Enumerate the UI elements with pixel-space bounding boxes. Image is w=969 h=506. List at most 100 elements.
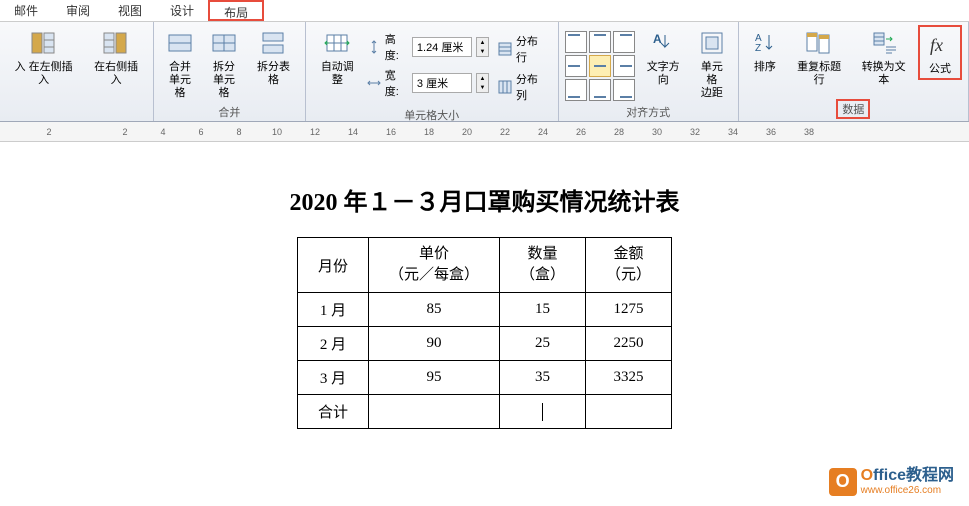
formula-icon: fx (924, 29, 956, 61)
cell-amount[interactable]: 2250 (586, 327, 672, 361)
align-bottom-left[interactable] (565, 79, 587, 101)
group-rowscols-label (6, 103, 147, 119)
align-top-left[interactable] (565, 31, 587, 53)
cell-price[interactable]: 85 (368, 293, 499, 327)
convert-text-icon (868, 27, 900, 59)
align-top-right[interactable] (613, 31, 635, 53)
ruler: 22468101214161820222426283032343638 (0, 122, 969, 142)
cell-month[interactable]: 1 月 (297, 293, 368, 327)
split-table-label: 拆分表格 (252, 61, 295, 87)
convert-text-button[interactable]: 转换为文本 (853, 25, 914, 89)
align-bottom-center[interactable] (589, 79, 611, 101)
svg-text:Z: Z (755, 43, 761, 54)
table-total-row[interactable]: 合计 (297, 395, 671, 429)
cell-qty[interactable]: 25 (500, 327, 586, 361)
tab-mail[interactable]: 邮件 (0, 0, 52, 21)
split-cells-icon (208, 27, 240, 59)
table-row[interactable]: 2 月 90 25 2250 (297, 327, 671, 361)
group-alignment-label: 对齐方式 (565, 102, 732, 122)
insert-left-label: 入 在左侧插入 (10, 61, 77, 87)
width-spinner[interactable]: ▲▼ (476, 73, 489, 93)
cell-qty[interactable]: 15 (500, 293, 586, 327)
repeat-header-icon (803, 27, 835, 59)
watermark: O Office教程网 www.office26.com (829, 467, 954, 496)
repeat-header-button[interactable]: 重复标题行 (789, 25, 850, 89)
auto-adjust-icon (321, 27, 353, 59)
width-input[interactable] (412, 73, 472, 93)
watermark-brand: Office教程网 (861, 467, 954, 485)
header-price[interactable]: 单价 （元／每盒） (368, 238, 499, 293)
distribute-rows-button[interactable]: 分布行 (493, 31, 552, 67)
repeat-header-label: 重复标题行 (793, 61, 846, 87)
group-merge-label: 合并 (160, 102, 299, 122)
split-cells-button[interactable]: 拆分 单元格 (204, 25, 244, 102)
align-middle-left[interactable] (565, 55, 587, 77)
cell-qty[interactable]: 35 (500, 361, 586, 395)
header-price-unit: （元／每盒） (389, 265, 479, 286)
group-alignment: A 文字方向 单元格 边距 对齐方式 (559, 22, 739, 121)
table-row[interactable]: 1 月 85 15 1275 (297, 293, 671, 327)
distribute-cols-label: 分布列 (516, 71, 548, 103)
sort-label: 排序 (754, 61, 776, 74)
group-data-label: 数据 (836, 99, 870, 119)
split-table-button[interactable]: 拆分表格 (248, 25, 299, 89)
tab-view[interactable]: 视图 (104, 0, 156, 21)
cell-total-amount[interactable] (586, 395, 672, 429)
cell-margins-label: 单元格 边距 (696, 61, 728, 100)
sort-icon: AZ (749, 27, 781, 59)
height-label: 高度: (385, 31, 408, 63)
tab-design[interactable]: 设计 (156, 0, 208, 21)
insert-left-button[interactable]: 入 在左侧插入 (6, 25, 81, 89)
cell-total-price[interactable] (368, 395, 499, 429)
cell-amount[interactable]: 3325 (586, 361, 672, 395)
ribbon-tabs: 邮件 审阅 视图 设计 布局 (0, 0, 969, 22)
cell-total-label[interactable]: 合计 (297, 395, 368, 429)
height-icon (367, 40, 381, 54)
cell-total-qty[interactable] (500, 395, 586, 429)
insert-right-button[interactable]: 在右侧插入 (85, 25, 147, 89)
align-bottom-right[interactable] (613, 79, 635, 101)
sort-button[interactable]: AZ 排序 (745, 25, 785, 76)
header-month[interactable]: 月份 (297, 238, 368, 293)
merge-cells-label: 合并 单元格 (164, 61, 196, 100)
watermark-url: www.office26.com (861, 485, 954, 496)
cell-amount[interactable]: 1275 (586, 293, 672, 327)
header-qty[interactable]: 数量 （盒） (500, 238, 586, 293)
formula-button[interactable]: fx 公式 (918, 25, 962, 80)
auto-adjust-button[interactable]: 自动调整 (312, 25, 363, 89)
group-rows-cols: 入 在左侧插入 在右侧插入 (0, 22, 154, 121)
merge-cells-button[interactable]: 合并 单元格 (160, 25, 200, 102)
align-middle-center[interactable] (589, 55, 611, 77)
distribute-cols-button[interactable]: 分布列 (493, 69, 552, 105)
data-table[interactable]: 月份 单价 （元／每盒） 数量 （盒） 金额 （元） 1 月 85 15 127… (297, 237, 672, 429)
tab-layout[interactable]: 布局 (208, 0, 264, 21)
watermark-icon: O (829, 468, 857, 496)
group-cellsize-label: 单元格大小 (312, 105, 552, 125)
document-title: 2020 年１－３月口罩购买情况统计表 (0, 182, 969, 217)
height-spinner[interactable]: ▲▼ (476, 37, 489, 57)
cell-price[interactable]: 95 (368, 361, 499, 395)
cell-month[interactable]: 3 月 (297, 361, 368, 395)
insert-right-label: 在右侧插入 (89, 61, 143, 87)
table-row[interactable]: 3 月 95 35 3325 (297, 361, 671, 395)
align-middle-right[interactable] (613, 55, 635, 77)
merge-cells-icon (164, 27, 196, 59)
height-input[interactable] (412, 37, 472, 57)
cell-margins-button[interactable]: 单元格 边距 (692, 25, 732, 102)
split-table-icon (257, 27, 289, 59)
group-cellsize: 自动调整 高度: ▲▼ 宽度: ▲▼ 分布行 (306, 22, 559, 121)
group-merge: 合并 单元格 拆分 单元格 拆分表格 合并 (154, 22, 306, 121)
auto-adjust-label: 自动调整 (316, 61, 359, 87)
text-direction-button[interactable]: A 文字方向 (639, 25, 688, 89)
formula-label: 公式 (929, 63, 951, 76)
header-qty-text: 数量 (520, 244, 565, 265)
width-label: 宽度: (385, 67, 408, 99)
header-amount[interactable]: 金额 （元） (586, 238, 672, 293)
tab-review[interactable]: 审阅 (52, 0, 104, 21)
cell-price[interactable]: 90 (368, 327, 499, 361)
text-direction-icon: A (647, 27, 679, 59)
distribute-rows-label: 分布行 (516, 33, 548, 65)
align-top-center[interactable] (589, 31, 611, 53)
svg-text:A: A (653, 32, 662, 46)
cell-month[interactable]: 2 月 (297, 327, 368, 361)
